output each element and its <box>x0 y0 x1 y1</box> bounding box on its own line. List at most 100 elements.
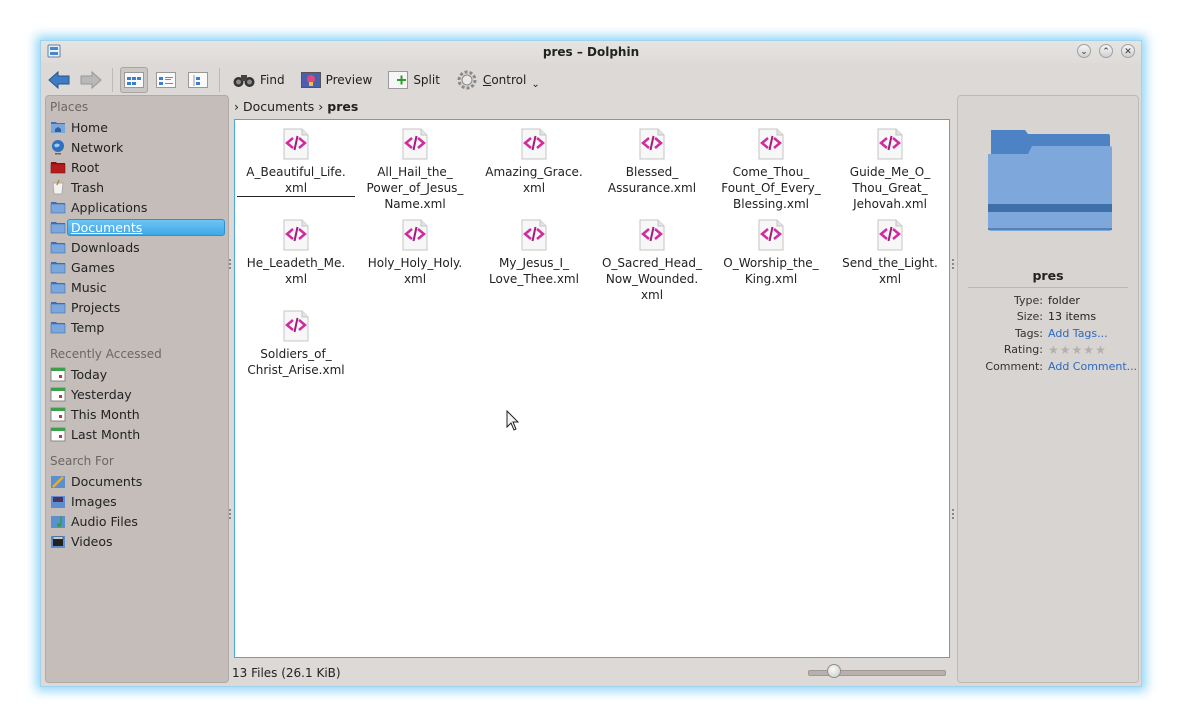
info-file-name: pres <box>1032 268 1064 283</box>
sidebar-item-images[interactable]: Images <box>46 491 228 511</box>
info-key: Rating: <box>1003 343 1043 357</box>
sidebar-item-games[interactable]: Games <box>46 257 228 277</box>
star-icon[interactable]: ★ <box>1060 344 1071 356</box>
sidebar-item-root[interactable]: Root <box>46 157 228 177</box>
file-item[interactable]: Soldiers_of_ Christ_Arise.xml <box>237 302 355 378</box>
sidebar-item-last-month[interactable]: Last Month <box>46 424 228 444</box>
file-item[interactable]: O_Worship_the_ King.xml <box>712 211 830 287</box>
arrow-right-icon <box>80 71 102 89</box>
preview-button[interactable]: Preview <box>295 67 379 93</box>
binoculars-icon <box>233 75 255 87</box>
file-name: Guide_Me_O_ Thou_Great_ Jehovah.xml <box>849 165 931 211</box>
file-item[interactable]: Guide_Me_O_ Thou_Great_ Jehovah.xml <box>831 120 949 212</box>
root-folder-icon <box>50 162 66 174</box>
sidebar-item-label: Last Month <box>71 426 141 442</box>
xml-file-icon <box>283 310 309 342</box>
zoom-slider[interactable] <box>808 664 946 678</box>
sidebar-item-network[interactable]: Network <box>46 137 228 157</box>
file-item[interactable]: Amazing_Grace. xml <box>475 120 593 196</box>
mouse-cursor-icon <box>506 410 520 431</box>
folder-icon <box>50 322 66 334</box>
calendar-today-icon <box>50 367 66 382</box>
sidebar-item-projects[interactable]: Projects <box>46 297 228 317</box>
sidebar-item-audio-files[interactable]: Audio Files <box>46 511 228 531</box>
splitter-handle[interactable] <box>952 509 956 519</box>
file-item[interactable]: Holy_Holy_Holy. xml <box>356 211 474 287</box>
minimize-button[interactable]: ⌄ <box>1077 44 1091 58</box>
star-icon[interactable]: ★ <box>1095 344 1106 356</box>
split-view-icon <box>388 71 409 89</box>
file-item[interactable]: O_Sacred_Head_ Now_Wounded. xml <box>593 211 711 303</box>
xml-file-icon <box>877 128 903 160</box>
star-icon[interactable]: ★ <box>1072 344 1083 356</box>
file-item[interactable]: Come_Thou_ Fount_Of_Every_ Blessing.xml <box>712 120 830 212</box>
columns-view-button[interactable] <box>184 67 212 93</box>
file-name: All_Hail_the_ Power_of_Jesus_ Name.xml <box>366 165 464 211</box>
sidebar-item-label: Videos <box>71 533 113 549</box>
star-icon[interactable]: ★ <box>1048 344 1059 356</box>
xml-file-icon <box>639 219 665 251</box>
sidebar-item-label: Temp <box>71 319 105 335</box>
toolbar: Find Preview Split Control ⌄ <box>45 65 1137 95</box>
xml-file-icon <box>402 128 428 160</box>
file-item[interactable]: Blessed_ Assurance.xml <box>593 120 711 196</box>
titlebar[interactable]: pres – Dolphin ⌄ ⌃ ✕ <box>41 41 1141 63</box>
file-name: O_Sacred_Head_ Now_Wounded. xml <box>601 256 703 302</box>
maximize-button[interactable]: ⌃ <box>1099 44 1113 58</box>
breadcrumb-pres[interactable]: pres <box>327 99 358 114</box>
rating-stars[interactable]: ★ ★ ★ ★ ★ <box>1048 344 1106 356</box>
back-button[interactable] <box>45 67 73 93</box>
sidebar-item-videos[interactable]: Videos <box>46 531 228 551</box>
details-view-button[interactable] <box>152 67 180 93</box>
sidebar-item-temp[interactable]: Temp <box>46 317 228 337</box>
info-row-rating: Rating: ★ ★ ★ ★ ★ <box>958 342 1138 359</box>
file-item[interactable]: A_Beautiful_Life. xml <box>237 120 355 197</box>
sidebar-item-downloads[interactable]: Downloads <box>46 237 228 257</box>
chevron-right-icon[interactable]: › <box>234 99 239 114</box>
file-item[interactable]: My_Jesus_I_ Love_Thee.xml <box>475 211 593 287</box>
file-item[interactable]: Send_the_Light. xml <box>831 211 949 287</box>
calendar-yesterday-icon <box>50 387 66 402</box>
split-button[interactable]: Split <box>382 67 446 93</box>
breadcrumb: › Documents › pres <box>234 97 358 115</box>
find-button[interactable]: Find <box>227 67 291 93</box>
sidebar-item-trash[interactable]: Trash <box>46 177 228 197</box>
xml-file-icon <box>758 219 784 251</box>
sidebar-item-this-month[interactable]: This Month <box>46 404 228 424</box>
forward-button[interactable] <box>77 67 105 93</box>
status-bar: 13 Files (26.1 KiB) <box>232 663 950 683</box>
star-icon[interactable]: ★ <box>1083 344 1094 356</box>
sidebar-item-documents[interactable]: Documents <box>46 217 228 237</box>
toolbar-separator <box>219 68 220 92</box>
splitter-handle[interactable] <box>952 259 956 269</box>
close-button[interactable]: ✕ <box>1121 44 1135 58</box>
sidebar-item-documents[interactable]: Documents <box>46 471 228 491</box>
places-panel: Places Home Network Root Trash Applications Do… <box>45 95 229 683</box>
preview-icon <box>300 72 321 88</box>
file-name: A_Beautiful_Life. xml <box>237 164 355 197</box>
file-name: Soldiers_of_ Christ_Arise.xml <box>247 347 345 377</box>
sidebar-item-today[interactable]: Today <box>46 364 228 384</box>
file-name: Blessed_ Assurance.xml <box>607 165 697 195</box>
dolphin-window: pres – Dolphin ⌄ ⌃ ✕ Find Preview Split … <box>40 40 1142 687</box>
file-item[interactable]: All_Hail_the_ Power_of_Jesus_ Name.xml <box>356 120 474 212</box>
chevron-right-icon[interactable]: › <box>318 99 323 114</box>
icons-view-button[interactable] <box>120 67 148 93</box>
splitter-handle[interactable] <box>229 259 233 269</box>
file-item[interactable]: He_Leadeth_Me. xml <box>237 211 355 287</box>
breadcrumb-documents[interactable]: Documents <box>243 99 314 114</box>
add-comment-link[interactable]: Add Comment... <box>1048 360 1137 373</box>
control-button[interactable]: Control ⌄ <box>450 67 546 93</box>
file-view[interactable]: A_Beautiful_Life. xml All_Hail_the_ Power… <box>234 119 950 658</box>
sidebar-item-music[interactable]: Music <box>46 277 228 297</box>
split-label: Split <box>413 73 440 87</box>
sidebar-item-yesterday[interactable]: Yesterday <box>46 384 228 404</box>
xml-file-icon <box>877 219 903 251</box>
sidebar-item-applications[interactable]: Applications <box>46 197 228 217</box>
splitter-handle[interactable] <box>229 509 233 519</box>
status-text: 13 Files (26.1 KiB) <box>232 666 341 680</box>
slider-handle[interactable] <box>826 664 841 678</box>
sidebar-item-home[interactable]: Home <box>46 117 228 137</box>
trash-icon <box>52 179 64 195</box>
add-tags-link[interactable]: Add Tags... <box>1048 327 1108 340</box>
